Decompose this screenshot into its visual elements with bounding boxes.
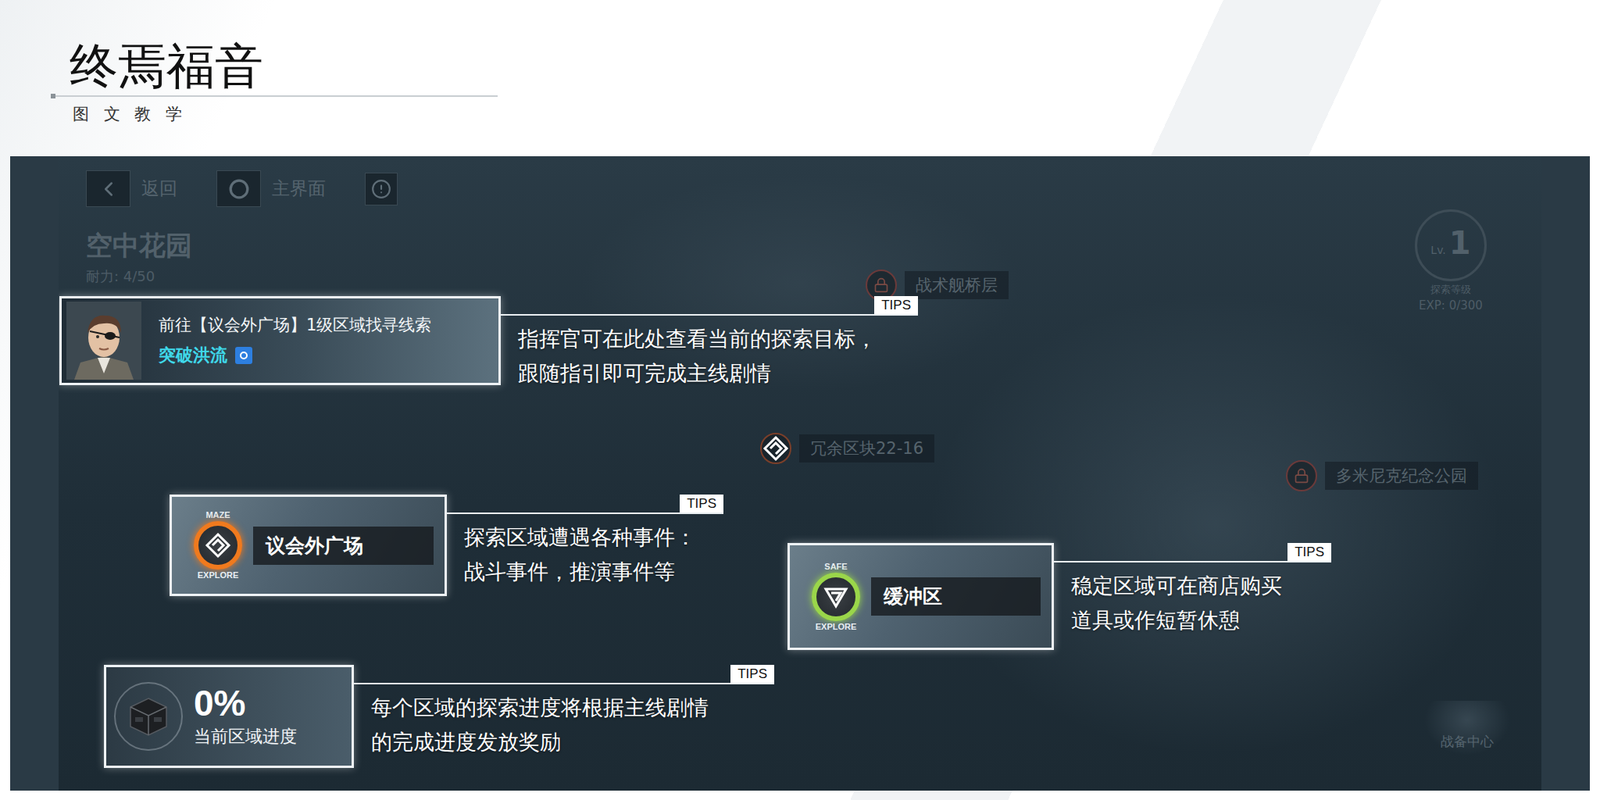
tip-line: 的完成进度发放奖励 bbox=[371, 725, 775, 759]
subtitle: 图 文 教 学 bbox=[72, 103, 1600, 125]
tip-line: 战斗事件，推演事件等 bbox=[464, 554, 724, 589]
alert-icon bbox=[371, 178, 392, 200]
zone-name: 议会外广场 bbox=[253, 526, 434, 565]
area-info: 空中花园耐力: 4/50 bbox=[85, 228, 193, 286]
lock-icon bbox=[1293, 467, 1310, 484]
zone-badge: MAZE EXPLORE bbox=[193, 510, 243, 580]
tip-text: 指挥官可在此处查看当前的探索目标，跟随指引即可完成主线剧情 bbox=[500, 315, 918, 390]
nav-label: 主界面 bbox=[271, 176, 326, 201]
home-icon bbox=[228, 178, 250, 200]
header: 终焉福音图 文 教 学 bbox=[0, 0, 1600, 157]
tip-leader-line: TIPS bbox=[353, 664, 775, 685]
tip: TIPS指挥官可在此处查看当前的探索目标，跟随指引即可完成主线剧情 bbox=[500, 296, 918, 390]
maze-zone-icon bbox=[204, 532, 232, 559]
zone-ring bbox=[193, 521, 243, 570]
zone-badge-top: MAZE bbox=[205, 510, 230, 520]
map-node[interactable]: 多米尼克纪念公园 bbox=[1285, 460, 1479, 492]
tip-line: 每个区域的探索进度将根据主线剧情 bbox=[371, 690, 775, 725]
crate-icon bbox=[127, 695, 170, 738]
nav-icon-box bbox=[364, 172, 398, 206]
node-marker bbox=[1285, 460, 1318, 492]
tip: TIPS稳定区域可在商店购买道具或作短暂休憩 bbox=[1053, 542, 1332, 637]
nav-bar: 返回 主界面 bbox=[85, 170, 398, 208]
progress-label: 当前区域进度 bbox=[193, 725, 297, 749]
zone-card[interactable]: MAZE EXPLORE 议会外广场 bbox=[169, 494, 447, 597]
commander-portrait-icon bbox=[66, 301, 142, 380]
tip-leader-line: TIPS bbox=[446, 494, 724, 515]
tip-line: 道具或作短暂休憩 bbox=[1071, 603, 1332, 637]
level-prefix: Lv. bbox=[1430, 243, 1446, 257]
level-value: 1 bbox=[1449, 227, 1472, 259]
node-label: 战术舰桥层 bbox=[904, 271, 1009, 300]
node-marker bbox=[760, 432, 792, 465]
maze-zone-icon bbox=[762, 435, 790, 462]
tip-line: 稳定区域可在商店购买 bbox=[1071, 568, 1332, 603]
side-strip bbox=[1541, 156, 1590, 791]
explore-level: Lv.1探索等级EXP: 0/300 bbox=[1414, 209, 1487, 313]
readiness-center-button[interactable]: 战备中心 bbox=[1424, 700, 1511, 756]
title-rule bbox=[50, 95, 498, 97]
game-screen: 返回 主界面空中花园耐力: 4/50 战术舰桥层冗余区块22-16 多米尼克纪念公园 L… bbox=[58, 156, 1542, 791]
callout: SAFEEXPLORE缓冲区TIPS稳定区域可在商店购买道具或作短暂休憩 bbox=[787, 542, 1332, 650]
tip-text: 探索区域遭遇各种事件：战斗事件，推演事件等 bbox=[446, 514, 724, 588]
screenshot-panel: 返回 主界面空中花园耐力: 4/50 战术舰桥层冗余区块22-16 多米尼克纪念公园 L… bbox=[10, 156, 1590, 791]
level-exp: EXP: 0/300 bbox=[1418, 298, 1483, 313]
safe-zone-icon bbox=[822, 583, 850, 611]
tip-label: TIPS bbox=[679, 494, 724, 513]
tip-leader-line: TIPS bbox=[1053, 542, 1332, 563]
nav-label: 返回 bbox=[141, 176, 178, 201]
mission-title: 前往【议会外广场】1级区域找寻线索 bbox=[158, 314, 432, 336]
callout: 0%当前区域进度TIPS每个区域的探索进度将根据主线剧情的完成进度发放奖励 bbox=[103, 664, 775, 768]
progress-value: 0% bbox=[193, 684, 297, 722]
stamina: 耐力: 4/50 bbox=[85, 267, 193, 286]
nav-icon-box bbox=[85, 170, 131, 208]
page: 终焉福音图 文 教 学返回 主界面空中花园耐力: 4/50 战术舰桥层冗余区块22-… bbox=[0, 0, 1600, 800]
area-name: 空中花园 bbox=[85, 228, 193, 265]
tip: TIPS每个区域的探索进度将根据主线剧情的完成进度发放奖励 bbox=[353, 664, 775, 759]
tip-label: TIPS bbox=[730, 664, 775, 683]
callout: MAZEEXPLORE议会外广场TIPS探索区域遭遇各种事件：战斗事件，推演事件… bbox=[169, 494, 724, 597]
zone-badge-bottom: EXPLORE bbox=[197, 571, 240, 580]
level-caption: 探索等级 bbox=[1430, 282, 1472, 297]
back-button[interactable]: 返回 bbox=[85, 170, 178, 208]
tip-line: 跟随指引即可完成主线剧情 bbox=[517, 356, 918, 390]
zone-ring bbox=[811, 572, 861, 622]
crate-ring bbox=[114, 682, 183, 751]
chapter-icon bbox=[235, 346, 253, 365]
tip-line: 指挥官可在此处查看当前的探索目标， bbox=[517, 321, 918, 356]
map-node[interactable]: 冗余区块22-16 bbox=[760, 432, 935, 465]
lock-icon bbox=[873, 277, 890, 293]
nav-icon-box bbox=[216, 170, 261, 208]
mission-card[interactable]: 前往【议会外广场】1级区域找寻线索突破洪流 bbox=[59, 296, 501, 386]
back-icon bbox=[96, 177, 121, 201]
callout: 前往【议会外广场】1级区域找寻线索突破洪流TIPS指挥官可在此处查看当前的探索目… bbox=[59, 296, 918, 390]
tip-text: 每个区域的探索进度将根据主线剧情的完成进度发放奖励 bbox=[353, 684, 775, 758]
zone-card[interactable]: SAFE EXPLORE 缓冲区 bbox=[787, 542, 1054, 650]
tip-label: TIPS bbox=[1287, 542, 1332, 561]
level-ring: Lv.1 bbox=[1414, 209, 1487, 282]
node-label: 多米尼克纪念公园 bbox=[1325, 461, 1479, 490]
zone-name: 缓冲区 bbox=[871, 577, 1041, 616]
zone-badge-bottom: EXPLORE bbox=[815, 622, 858, 632]
node-label: 冗余区块22-16 bbox=[799, 434, 935, 463]
tip-text: 稳定区域可在商店购买道具或作短暂休憩 bbox=[1053, 562, 1332, 636]
alert-button[interactable] bbox=[364, 172, 398, 206]
title: 终焉福音 bbox=[69, 37, 1600, 96]
zone-badge-top: SAFE bbox=[824, 562, 847, 572]
tip: TIPS探索区域遭遇各种事件：战斗事件，推演事件等 bbox=[446, 494, 724, 589]
tip-label: TIPS bbox=[874, 296, 918, 315]
side-strip bbox=[10, 156, 59, 791]
mission-chapter: 突破洪流 bbox=[158, 343, 432, 368]
home-button[interactable]: 主界面 bbox=[216, 170, 326, 208]
tip-leader-line: TIPS bbox=[500, 296, 918, 316]
zone-badge: SAFE EXPLORE bbox=[811, 562, 861, 632]
tip-line: 探索区域遭遇各种事件： bbox=[464, 520, 724, 554]
progress-card[interactable]: 0% 当前区域进度 bbox=[103, 664, 354, 768]
